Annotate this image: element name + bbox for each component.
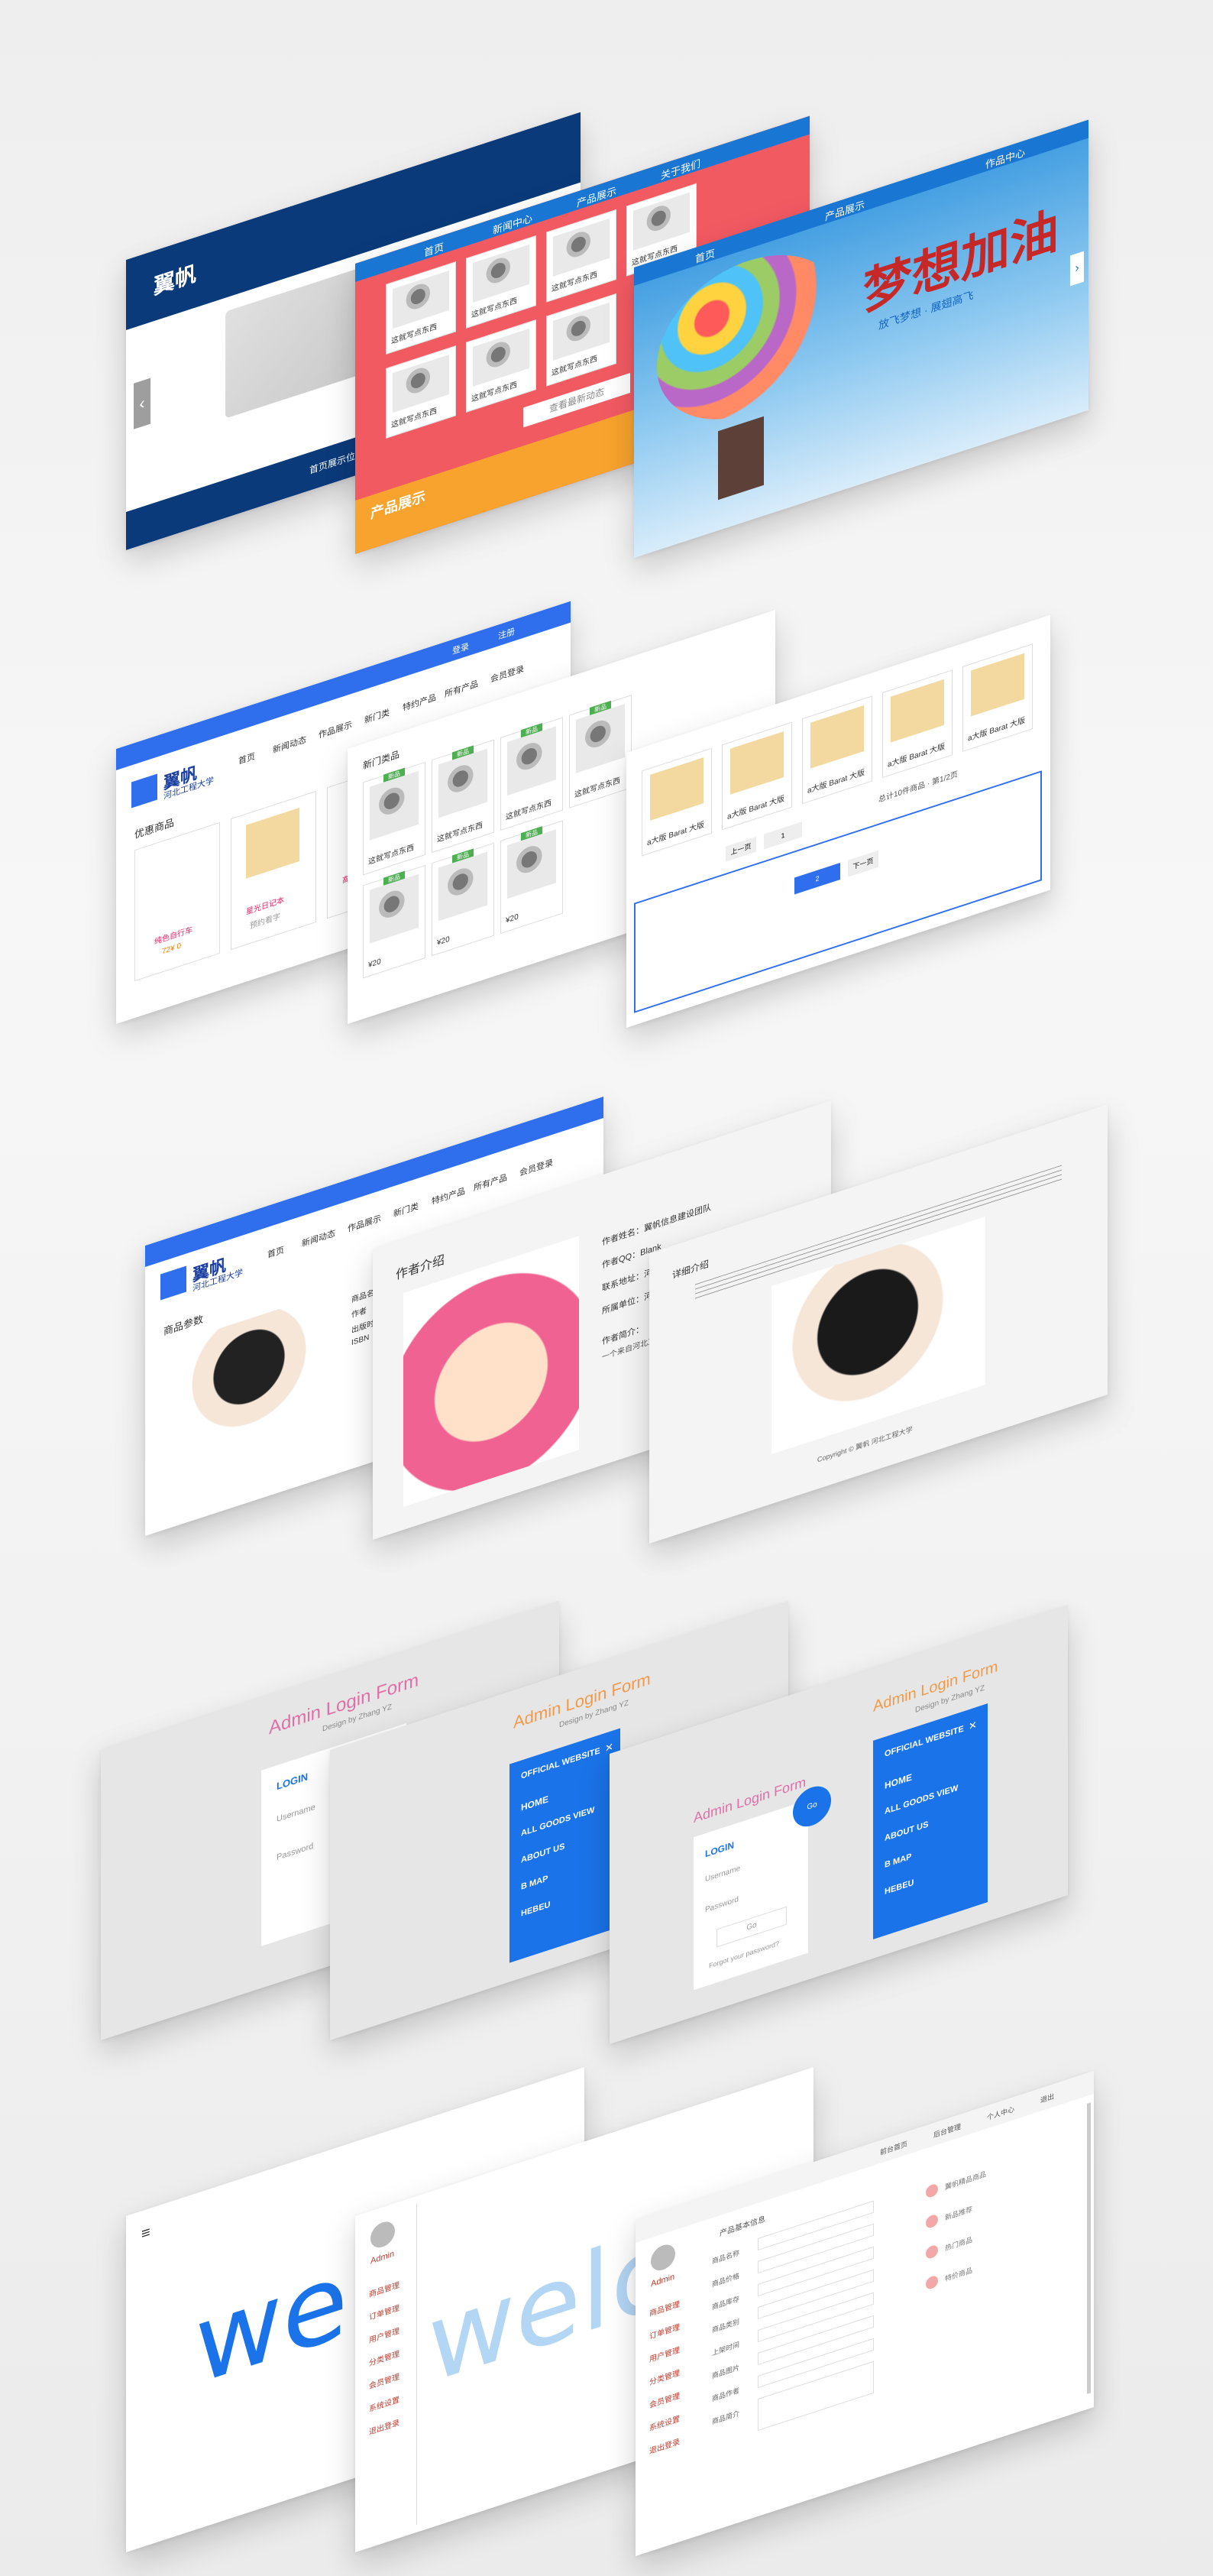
sidebar-item-5[interactable]: 系统设置 — [369, 2393, 399, 2414]
hamburger-icon[interactable]: ≡ — [141, 2224, 150, 2244]
nav-6[interactable]: 会员登录 — [519, 1155, 553, 1178]
sidebar-item-4[interactable]: 会员管理 — [369, 2370, 399, 2391]
form-label-5: 商品图片 — [712, 2363, 740, 2380]
nav-4[interactable]: 特约产品 — [403, 691, 436, 714]
product-thumb[interactable]: 这就写点东西 — [466, 235, 536, 329]
form-title: 产品基本信息 — [720, 2215, 765, 2239]
pager-page-1[interactable]: 1 — [764, 821, 802, 850]
product-card[interactable]: 新品 这就写点东西 — [500, 717, 563, 831]
section-title: 新门类品 — [363, 748, 400, 772]
sidebar-item-2[interactable]: 用户管理 — [369, 2324, 399, 2345]
row-4: Admin Login Form Design by Zhang YZ LOGI… — [0, 1551, 1213, 2044]
product-card[interactable]: 新品 ¥20 — [500, 820, 563, 935]
row-3: 翼帆 河北工程大学 首页 新闻动态 作品展示 新门类 特约产品 所有产品 会员登… — [0, 1070, 1213, 1544]
product-card[interactable]: a大版 Barat 大版 Barat小 — [802, 695, 872, 805]
product-card[interactable]: 新品 这就写点东西 — [569, 695, 632, 808]
form-label-2: 商品库存 — [712, 2294, 740, 2312]
pager-prev[interactable]: 上一页 — [726, 836, 756, 862]
admin-name: Admin — [651, 2272, 675, 2289]
nav-2[interactable]: 作品展示 — [348, 1212, 381, 1235]
prev-arrow[interactable]: ‹ — [134, 377, 150, 429]
nav-4[interactable]: 特约产品 — [432, 1184, 465, 1207]
product-thumb[interactable]: 这就写点东西 — [386, 261, 456, 355]
product-card[interactable]: a大版 Barat 大版 Barat小 — [722, 721, 792, 831]
form-label-1: 商品价格 — [712, 2271, 740, 2289]
form-label-7: 商品简介 — [712, 2409, 740, 2426]
sidebar-item-6[interactable]: 退出登录 — [649, 2435, 680, 2456]
product-card[interactable]: a大版 Barat 大版 Barat小 — [882, 669, 953, 779]
product-thumb[interactable]: 这就写点东西 — [546, 209, 616, 303]
sidebar-item-0[interactable]: 商品管理 — [649, 2297, 680, 2318]
sidebar-item-4[interactable]: 会员管理 — [649, 2389, 680, 2410]
product-card[interactable]: 新品 这就写点东西 — [363, 761, 425, 876]
product-thumb[interactable]: 这就写点东西 — [386, 345, 456, 439]
nav-3[interactable]: 新门类 — [364, 706, 390, 727]
product-card[interactable] — [231, 790, 316, 951]
scrollbar[interactable] — [1087, 2102, 1091, 2394]
product-thumb[interactable]: 这就写点东西 — [546, 293, 616, 387]
avatar — [370, 2218, 395, 2251]
sidebar-item-1[interactable]: 订单管理 — [649, 2320, 680, 2341]
right-list-1[interactable]: 新品推荐 — [945, 2204, 972, 2223]
product-card[interactable]: a大版 Barat 大版 Barat小 — [642, 747, 712, 857]
nav-0[interactable]: 首页 — [267, 1243, 284, 1261]
section-title: 商品参数 — [163, 1313, 204, 1338]
list-icon — [926, 2182, 938, 2199]
param-1: 作者 — [351, 1306, 367, 1320]
form-label-3: 商品类别 — [712, 2317, 740, 2335]
admin-name: Admin — [370, 2249, 395, 2267]
nav-0[interactable]: 首页 — [238, 750, 255, 767]
right-list-0[interactable]: 翼帆精品商品 — [945, 2169, 986, 2192]
list-icon — [926, 2213, 938, 2230]
next-arrow[interactable]: › — [1070, 251, 1084, 287]
sidebar-item-3[interactable]: 分类管理 — [649, 2366, 680, 2387]
sidebar-item-3[interactable]: 分类管理 — [369, 2347, 399, 2368]
right-list-2[interactable]: 热门商品 — [945, 2234, 972, 2254]
house-image — [718, 416, 764, 501]
nav-5[interactable]: 所有产品 — [445, 677, 478, 700]
form-label-0: 商品名称 — [712, 2248, 740, 2266]
nav-1[interactable]: 新闻动态 — [273, 733, 306, 756]
form-label-6: 商品作者 — [712, 2386, 740, 2403]
row-1: 翼帆 ‹ 首页展示位 · 完美呈现 首页 新闻中心 产品展示 关于我们 这就写点… — [0, 112, 1213, 558]
nav-6[interactable]: 会员登录 — [490, 662, 524, 685]
section-title: 详细介绍 — [672, 1258, 710, 1282]
form-label-4: 上架时间 — [712, 2340, 740, 2357]
product-card[interactable]: 新品 ¥20 — [432, 842, 494, 957]
sidebar-divider — [416, 2203, 417, 2526]
product-card[interactable]: a大版 Barat 大版 Barat小 — [962, 643, 1033, 753]
logo-icon — [160, 1265, 186, 1301]
product-card[interactable]: 新品 这就写点东西 — [432, 739, 494, 854]
logo-icon — [131, 773, 157, 808]
nav-3[interactable]: 新门类 — [393, 1200, 419, 1220]
comic-image — [191, 1290, 336, 1476]
row-5: ≡ welco Admin 商品管理 订单管理 用户管理 分类管理 会员管理 系… — [0, 2025, 1213, 2560]
nav-1[interactable]: 新闻动态 — [302, 1226, 335, 1249]
product-card[interactable] — [134, 821, 220, 982]
list-icon — [926, 2244, 938, 2260]
author-avatar — [403, 1236, 579, 1508]
row-2: 登录 注册 翼帆 河北工程大学 首页 新闻动态 作品展示 新门类 特约产品 所有… — [0, 601, 1213, 1039]
product-card[interactable]: 新品 ¥20 — [363, 864, 425, 979]
sidebar-item-6[interactable]: 退出登录 — [369, 2416, 399, 2437]
param-3: ISBN — [351, 1333, 370, 1348]
sidebar-item-5[interactable]: 系统设置 — [649, 2412, 680, 2433]
section-title: 作者介绍 — [396, 1253, 445, 1283]
section-title: 优惠商品 — [134, 816, 175, 841]
list-icon — [926, 2274, 938, 2291]
sidebar-item-2[interactable]: 用户管理 — [649, 2343, 680, 2364]
avatar — [651, 2241, 675, 2274]
sidebar-item-1[interactable]: 订单管理 — [369, 2301, 399, 2322]
nav-5[interactable]: 所有产品 — [474, 1171, 507, 1194]
right-list-3[interactable]: 特价商品 — [945, 2265, 972, 2284]
sidebar-item-0[interactable]: 商品管理 — [369, 2278, 399, 2299]
nav-2[interactable]: 作品展示 — [319, 718, 352, 741]
product-thumb[interactable]: 这就写点东西 — [466, 319, 536, 413]
